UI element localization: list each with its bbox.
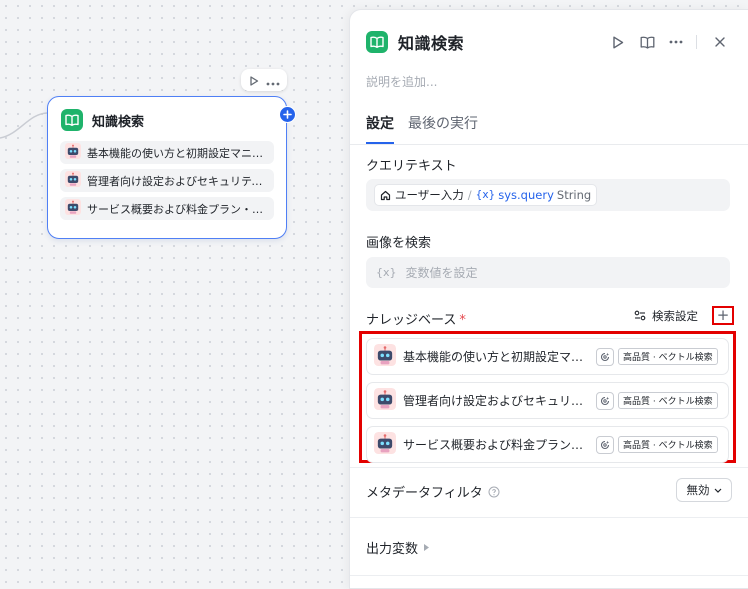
node-knowledge-item: サービス概要および料金プラン・契約ガ... xyxy=(60,197,274,220)
book-icon xyxy=(61,109,83,131)
variable-icon: {x} xyxy=(475,189,496,201)
query-variable-type: String xyxy=(556,188,592,202)
node-knowledge-item: 管理者向け設定およびセキュリティポ... xyxy=(60,169,274,192)
more-icon[interactable] xyxy=(664,30,688,54)
book-icon xyxy=(366,31,388,53)
divider xyxy=(696,35,697,49)
retrieval-mode-badge: 高品質 · ベクトル検索 xyxy=(618,348,718,365)
help-icon[interactable] xyxy=(488,486,500,498)
knowledge-base-name: サービス概要および料金プラン・契... xyxy=(403,438,593,452)
knowledge-base-list: 基本機能の使い方と初期設定マニ... 高品質 · ベクトル検索 管理者向け設定および… xyxy=(359,331,736,463)
metadata-filter-select[interactable]: 無効 xyxy=(676,478,732,502)
node-knowledge-list: 基本機能の使い方と初期設定マニュ... 管理者向け設定およびセキュリティポ... サ… xyxy=(48,131,286,220)
add-knowledge-button[interactable]: + xyxy=(712,306,734,325)
node-knowledge-name: サービス概要および料金プラン・契約ガ... xyxy=(87,202,269,216)
description-input[interactable]: 説明を追加... xyxy=(366,73,437,90)
plus-icon: + xyxy=(716,306,730,324)
divider xyxy=(350,467,748,468)
knowledge-base-item[interactable]: サービス概要および料金プラン・契... 高品質 · ベクトル検索 xyxy=(366,426,729,463)
node-settings-panel: 知識検索 説明を追加... 設定 最後の実行 クエリテキスト ユーザー入力 / … xyxy=(349,9,748,589)
knowledge-base-icon xyxy=(65,199,81,218)
knowledge-base-icon xyxy=(374,343,396,370)
divider xyxy=(350,517,748,518)
query-variable-name: sys.query xyxy=(498,188,554,202)
help-doc-icon[interactable] xyxy=(635,30,659,54)
knowledge-base-icon xyxy=(374,431,396,458)
run-icon[interactable] xyxy=(606,30,630,54)
knowledge-base-name: 基本機能の使い方と初期設定マニ... xyxy=(403,350,593,364)
divider xyxy=(350,575,748,576)
add-next-node-button[interactable] xyxy=(279,106,296,123)
tab-last-run[interactable]: 最後の実行 xyxy=(408,113,478,144)
retrieval-mode-badge: 高品質 · ベクトル検索 xyxy=(618,392,718,409)
knowledge-base-item[interactable]: 基本機能の使い方と初期設定マニ... 高品質 · ベクトル検索 xyxy=(366,338,729,375)
image-search-label: 画像を検索 xyxy=(366,236,432,251)
tab-divider xyxy=(350,144,748,145)
ai-settings-icon[interactable] xyxy=(596,435,614,454)
search-settings-button[interactable]: 検索設定 xyxy=(634,308,698,324)
query-variable-chip[interactable]: ユーザー入力 / {x} sys.query String xyxy=(374,184,598,206)
more-icon[interactable] xyxy=(266,71,280,90)
node-title: 知識検索 xyxy=(92,114,145,130)
knowledge-base-icon xyxy=(374,387,396,414)
retrieval-mode-badge: 高品質 · ベクトル検索 xyxy=(618,436,718,453)
query-text-label: クエリテキスト xyxy=(366,159,457,174)
knowledge-base-icon xyxy=(65,143,81,162)
settings-sliders-icon xyxy=(634,310,646,321)
panel-title[interactable]: 知識検索 xyxy=(398,30,464,54)
knowledge-base-item[interactable]: 管理者向け設定およびセキュリティ... 高品質 · ベクトル検索 xyxy=(366,382,729,419)
knowledge-base-label: ナレッジベース * xyxy=(366,313,466,328)
close-icon[interactable] xyxy=(708,30,732,54)
node-knowledge-item: 基本機能の使い方と初期設定マニュ... xyxy=(60,141,274,164)
chevron-down-icon xyxy=(714,488,721,493)
panel-tabs: 設定 最後の実行 xyxy=(366,113,492,144)
node-toolbar xyxy=(241,69,287,91)
run-node-icon[interactable] xyxy=(249,71,259,90)
knowledge-base-icon xyxy=(65,171,81,190)
required-mark: * xyxy=(459,313,466,328)
tab-settings[interactable]: 設定 xyxy=(366,113,394,144)
caret-right-icon xyxy=(424,544,430,551)
output-variables-section[interactable]: 出力変数 xyxy=(366,538,430,557)
node-knowledge-name: 管理者向け設定およびセキュリティポ... xyxy=(87,174,269,188)
knowledge-retrieval-node[interactable]: 知識検索 基本機能の使い方と初期設定マニュ... 管理者向け設定およびセキュリティ… xyxy=(47,96,287,239)
image-variable-input[interactable]: {x} 変数値を設定 xyxy=(366,257,730,288)
image-variable-placeholder: 変数値を設定 xyxy=(405,266,478,280)
node-knowledge-name: 基本機能の使い方と初期設定マニュ... xyxy=(87,146,269,160)
query-source: ユーザー入力 xyxy=(395,188,464,202)
home-icon xyxy=(380,190,391,200)
metadata-filter-label: メタデータフィルタ xyxy=(366,482,500,501)
ai-settings-icon[interactable] xyxy=(596,347,614,366)
query-variable-field[interactable]: ユーザー入力 / {x} sys.query String xyxy=(366,179,730,211)
ai-settings-icon[interactable] xyxy=(596,391,614,410)
variable-icon: {x} xyxy=(376,266,397,279)
knowledge-base-name: 管理者向け設定およびセキュリティ... xyxy=(403,394,593,408)
